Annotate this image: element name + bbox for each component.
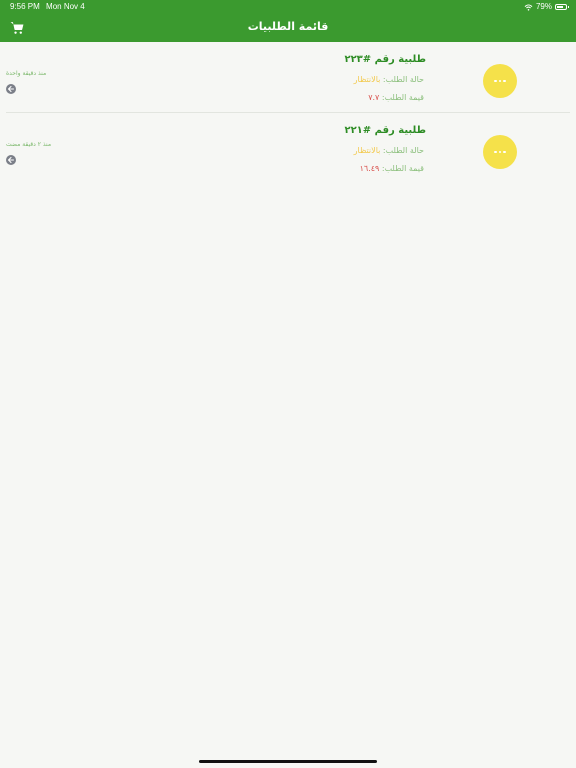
wifi-icon bbox=[524, 3, 533, 11]
order-status-line: حالة الطلب: بالانتظار bbox=[354, 75, 424, 84]
order-status-value: بالانتظار bbox=[353, 146, 381, 155]
order-value-line: قيمة الطلب: ١٦.٤٩ bbox=[360, 164, 424, 173]
order-status-value: بالانتظار bbox=[353, 75, 381, 84]
status-clock: 9:56 PM bbox=[10, 2, 40, 11]
status-time: 9:56 PM Mon Nov 4 bbox=[10, 2, 85, 12]
order-title: طلبية رقم #٢٢١ bbox=[344, 125, 426, 136]
arrow-left-circle-icon[interactable] bbox=[6, 155, 16, 165]
order-status-label: حالة الطلب: bbox=[382, 146, 424, 155]
arrow-left-circle-icon[interactable] bbox=[6, 84, 16, 94]
more-icon bbox=[494, 150, 497, 154]
order-row[interactable]: طلبية رقم #٢٢٣ حالة الطلب: بالانتظار قيم… bbox=[0, 42, 576, 113]
order-value-label: قيمة الطلب: bbox=[381, 164, 424, 173]
order-status-line: حالة الطلب: بالانتظار bbox=[354, 146, 424, 155]
battery-fill bbox=[557, 6, 564, 8]
page-title: قائمة الطلبيات bbox=[247, 20, 329, 33]
order-row[interactable]: طلبية رقم #٢٢١ حالة الطلب: بالانتظار قيم… bbox=[0, 113, 576, 184]
more-icon bbox=[494, 79, 497, 83]
order-status-label: حالة الطلب: bbox=[382, 75, 424, 84]
top-bar: 9:56 PM Mon Nov 4 79% قائمة الطلبيات bbox=[0, 0, 576, 42]
order-title: طلبية رقم #٢٢٣ bbox=[344, 54, 426, 65]
order-value: ٧.٧ bbox=[368, 93, 380, 102]
order-time-ago: منذ ٢ دقيقة مضت bbox=[6, 141, 52, 148]
more-button[interactable] bbox=[483, 64, 517, 98]
status-right: 79% bbox=[524, 2, 569, 12]
battery-icon bbox=[555, 4, 569, 10]
home-indicator[interactable] bbox=[199, 760, 377, 763]
order-value-line: قيمة الطلب: ٧.٧ bbox=[368, 93, 424, 102]
order-value: ١٦.٤٩ bbox=[359, 164, 380, 173]
order-value-label: قيمة الطلب: bbox=[381, 93, 424, 102]
status-date: Mon Nov 4 bbox=[46, 2, 85, 11]
orders-list: طلبية رقم #٢٢٣ حالة الطلب: بالانتظار قيم… bbox=[0, 42, 576, 184]
order-time-ago: منذ دقيقة واحدة bbox=[6, 70, 47, 77]
battery-percent: 79% bbox=[535, 2, 552, 11]
more-button[interactable] bbox=[483, 135, 517, 169]
cart-icon[interactable] bbox=[10, 21, 24, 35]
